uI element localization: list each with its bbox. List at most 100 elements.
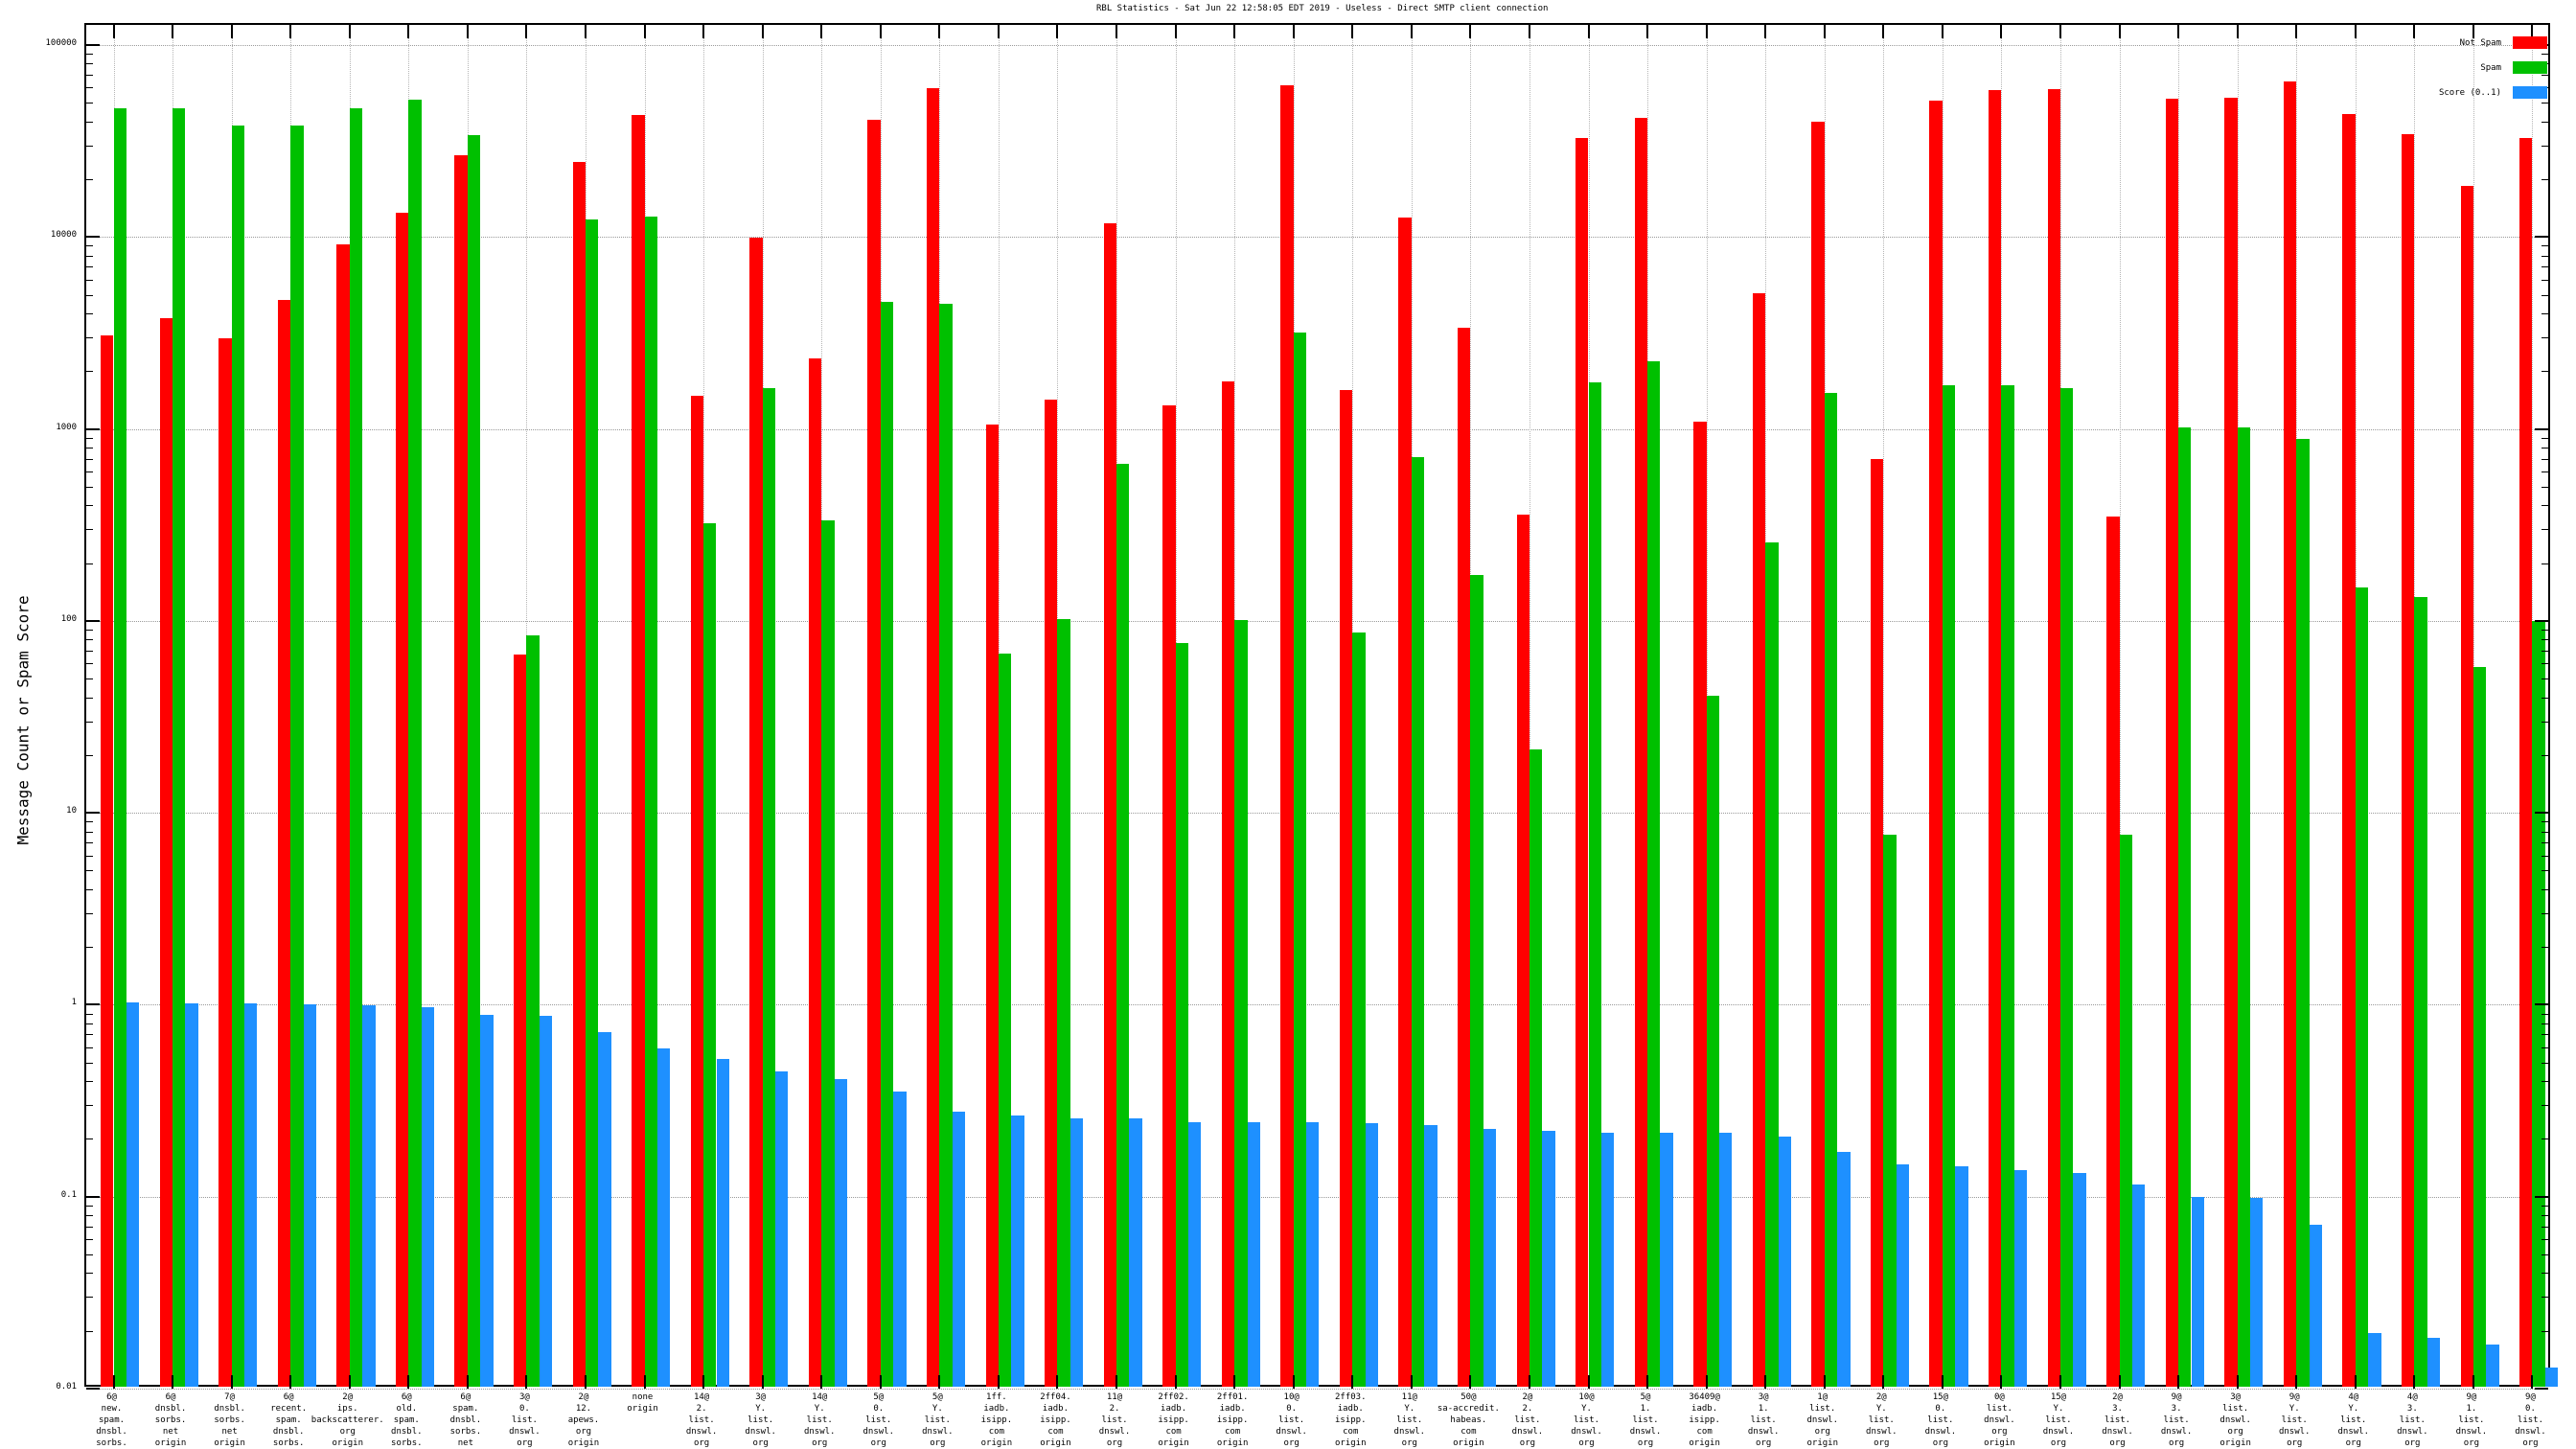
x-bottom-tick (1646, 1375, 1648, 1389)
x-top-tick (2237, 25, 2239, 38)
y-minor-tick (86, 755, 93, 756)
x-top-tick (1233, 25, 1235, 38)
x-bottom-tick (1351, 1375, 1353, 1389)
x-bottom-tick (1942, 1375, 1944, 1389)
bar-not-spam (2166, 99, 2178, 1387)
y-tick-label: 10000 (4, 231, 77, 240)
bar-spam (232, 126, 244, 1387)
rbl-statistics-chart: RBL Statistics - Sat Jun 22 12:58:05 EDT… (0, 0, 2576, 1449)
y-minor-tick (2542, 529, 2548, 530)
y-minor-tick (2542, 1215, 2548, 1216)
bar-not-spam (867, 120, 880, 1387)
y-minor-tick (2542, 1081, 2548, 1082)
y-minor-tick (86, 313, 93, 314)
x-category-label: 9@ 0. list. dnswl. org origin (2515, 1392, 2546, 1449)
bar-not-spam (336, 244, 349, 1387)
bar-score-0-1 (1248, 1122, 1260, 1387)
y-minor-tick (86, 505, 93, 506)
y-major-tick (86, 236, 100, 238)
legend-row: Not Spam (2439, 36, 2547, 49)
x-category-label: 2ff03. iadb. isipp. com origin (1335, 1392, 1367, 1449)
y-minor-tick (2542, 832, 2548, 833)
bar-score-0-1 (893, 1092, 906, 1387)
bar-not-spam (1104, 223, 1116, 1387)
x-category-label: 11@ 2. list. dnswl. org origin (1099, 1392, 1131, 1449)
y-minor-tick (2542, 295, 2548, 296)
bar-not-spam (514, 655, 526, 1387)
bar-not-spam (1222, 381, 1234, 1387)
x-top-tick (1056, 25, 1058, 38)
x-top-tick (2295, 25, 2297, 38)
bar-score-0-1 (1306, 1122, 1319, 1387)
bar-score-0-1 (2368, 1333, 2380, 1387)
bar-spam (114, 108, 126, 1387)
y-minor-tick (86, 1014, 93, 1015)
x-top-tick (2355, 25, 2357, 38)
x-category-label: 4@ Y. list. dnswl. org origin (2338, 1392, 2370, 1449)
bar-spam (526, 635, 539, 1387)
y-minor-tick (2542, 1063, 2548, 1064)
bar-not-spam (101, 335, 113, 1387)
bar-not-spam (1458, 328, 1470, 1387)
y-minor-tick (2542, 1034, 2548, 1035)
y-minor-tick (86, 1331, 93, 1332)
bar-score-0-1 (1542, 1131, 1554, 1387)
y-tick-label: 100000 (4, 39, 77, 48)
x-category-label: 10@ Y. list. dnswl. org origin (1571, 1392, 1602, 1449)
x-category-label: 6@ spam. dnsbl. sorbs. net origin (450, 1392, 482, 1449)
y-minor-tick (86, 1297, 93, 1298)
legend-row: Spam (2439, 61, 2547, 74)
bar-not-spam (1280, 85, 1293, 1387)
bar-score-0-1 (185, 1003, 197, 1387)
y-minor-tick (86, 280, 93, 281)
x-top-tick (2119, 25, 2121, 38)
x-category-label: 50@ sa-accredit. habeas. com origin (1438, 1392, 1500, 1449)
x-category-label: 5@ 1. list. dnswl. org origin (1630, 1392, 1662, 1449)
y-minor-tick (2542, 1138, 2548, 1139)
x-bottom-tick (2177, 1375, 2179, 1389)
y-minor-tick (86, 1138, 93, 1139)
y-minor-tick (2542, 1331, 2548, 1332)
x-bottom-tick (702, 1375, 704, 1389)
x-bottom-tick (2295, 1375, 2297, 1389)
y-major-tick (2535, 1003, 2548, 1005)
bar-spam (2473, 667, 2486, 1387)
bar-score-0-1 (1484, 1129, 1496, 1387)
x-top-tick (1646, 25, 1648, 38)
bar-not-spam (691, 396, 703, 1387)
y-major-tick (86, 620, 100, 622)
x-top-tick (407, 25, 409, 38)
bar-score-0-1 (1955, 1166, 1967, 1387)
bar-spam (1294, 333, 1306, 1387)
y-minor-tick (86, 832, 93, 833)
y-minor-tick (2542, 122, 2548, 123)
x-category-label: 7@ dnsbl. sorbs. net origin (214, 1392, 245, 1449)
x-top-tick (1175, 25, 1177, 38)
x-top-tick (1351, 25, 1353, 38)
y-minor-tick (2542, 1254, 2548, 1255)
x-bottom-tick (938, 1375, 940, 1389)
bar-score-0-1 (1719, 1133, 1732, 1387)
y-minor-tick (86, 529, 93, 530)
x-bottom-tick (349, 1375, 351, 1389)
y-major-tick (2535, 812, 2548, 814)
x-bottom-tick (289, 1375, 291, 1389)
y-minor-tick (86, 438, 93, 439)
y-minor-tick (86, 266, 93, 267)
bar-spam (2178, 427, 2191, 1387)
y-minor-tick (86, 1239, 93, 1240)
bar-score-0-1 (775, 1071, 788, 1387)
x-category-label: 2ff04. iadb. isipp. com origin (1040, 1392, 1071, 1449)
x-top-tick (467, 25, 469, 38)
y-minor-tick (86, 1063, 93, 1064)
y-minor-tick (86, 678, 93, 679)
x-category-label: 6@ dnsbl. sorbs. net origin (155, 1392, 187, 1449)
y-major-tick (2535, 428, 2548, 430)
x-top-tick (762, 25, 764, 38)
bar-score-0-1 (2545, 1368, 2558, 1387)
y-major-tick (2535, 620, 2548, 622)
bar-score-0-1 (2192, 1197, 2204, 1387)
x-category-label: 2@ 12. apews. org origin (568, 1392, 600, 1449)
x-category-label: 5@ 0. list. dnswl. org origin (863, 1392, 895, 1449)
x-category-label: 9@ 1. list. dnswl. org origin (2456, 1392, 2488, 1449)
